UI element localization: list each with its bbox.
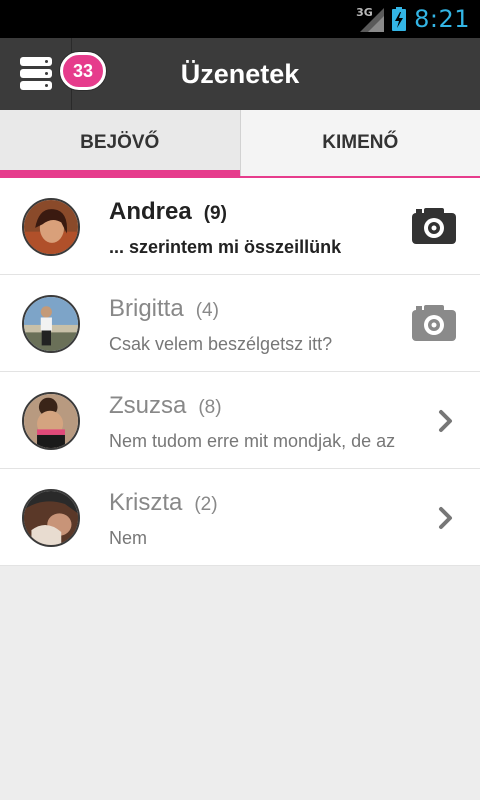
message-count: (9) bbox=[203, 203, 227, 224]
name-line: Zsuzsa (8) bbox=[109, 392, 222, 420]
conversation-list: Andrea (9) ... szerintem mi összeillünk bbox=[0, 178, 480, 566]
conversation-row[interactable]: Brigitta (4) Csak velem beszélgetsz itt? bbox=[0, 275, 480, 372]
message-preview: Nem tudom erre mit mondjak, de az bbox=[109, 431, 396, 451]
battery-charging-icon bbox=[392, 7, 407, 31]
contact-name: Zsuzsa bbox=[109, 392, 187, 419]
tab-bar: BEJÖVŐ KIMENŐ bbox=[0, 110, 480, 178]
contact-name: Kriszta bbox=[109, 489, 183, 516]
name-line: Kriszta (2) bbox=[109, 489, 218, 517]
conversation-row[interactable]: Zsuzsa (8) Nem tudom erre mit mondjak, d… bbox=[0, 372, 480, 469]
contact-name: Brigitta bbox=[109, 295, 184, 322]
message-preview: Nem bbox=[109, 528, 148, 548]
conversation-row[interactable]: Kriszta (2) Nem bbox=[0, 469, 480, 566]
message-preview: ... szerintem mi összeillünk bbox=[109, 237, 342, 257]
avatar bbox=[22, 489, 80, 547]
message-count: (4) bbox=[195, 300, 219, 321]
conversation-row[interactable]: Andrea (9) ... szerintem mi összeillünk bbox=[0, 178, 480, 275]
chevron-right-icon[interactable] bbox=[436, 408, 456, 434]
status-icons: 3G 8:21 bbox=[356, 4, 470, 34]
message-preview: Csak velem beszélgetsz itt? bbox=[109, 334, 333, 354]
message-count: (8) bbox=[198, 397, 222, 418]
name-line: Andrea (9) bbox=[109, 198, 227, 226]
action-bar: 33 Üzenetek bbox=[0, 38, 480, 110]
contact-name: Andrea bbox=[109, 198, 192, 225]
avatar bbox=[22, 392, 80, 450]
signal-icon: 3G bbox=[356, 6, 385, 32]
camera-icon[interactable] bbox=[412, 208, 456, 244]
page-title: Üzenetek bbox=[180, 59, 300, 89]
tab-outbox[interactable]: KIMENŐ bbox=[239, 110, 480, 176]
camera-icon[interactable] bbox=[412, 305, 456, 341]
chevron-right-icon[interactable] bbox=[436, 505, 456, 531]
name-line: Brigitta (4) bbox=[109, 295, 219, 323]
avatar bbox=[22, 198, 80, 256]
status-bar: 3G 8:21 bbox=[0, 0, 480, 38]
clock: 8:21 bbox=[414, 5, 470, 33]
tab-inbox[interactable]: BEJÖVŐ bbox=[0, 110, 240, 178]
message-count: (2) bbox=[194, 494, 218, 515]
avatar bbox=[22, 295, 80, 353]
